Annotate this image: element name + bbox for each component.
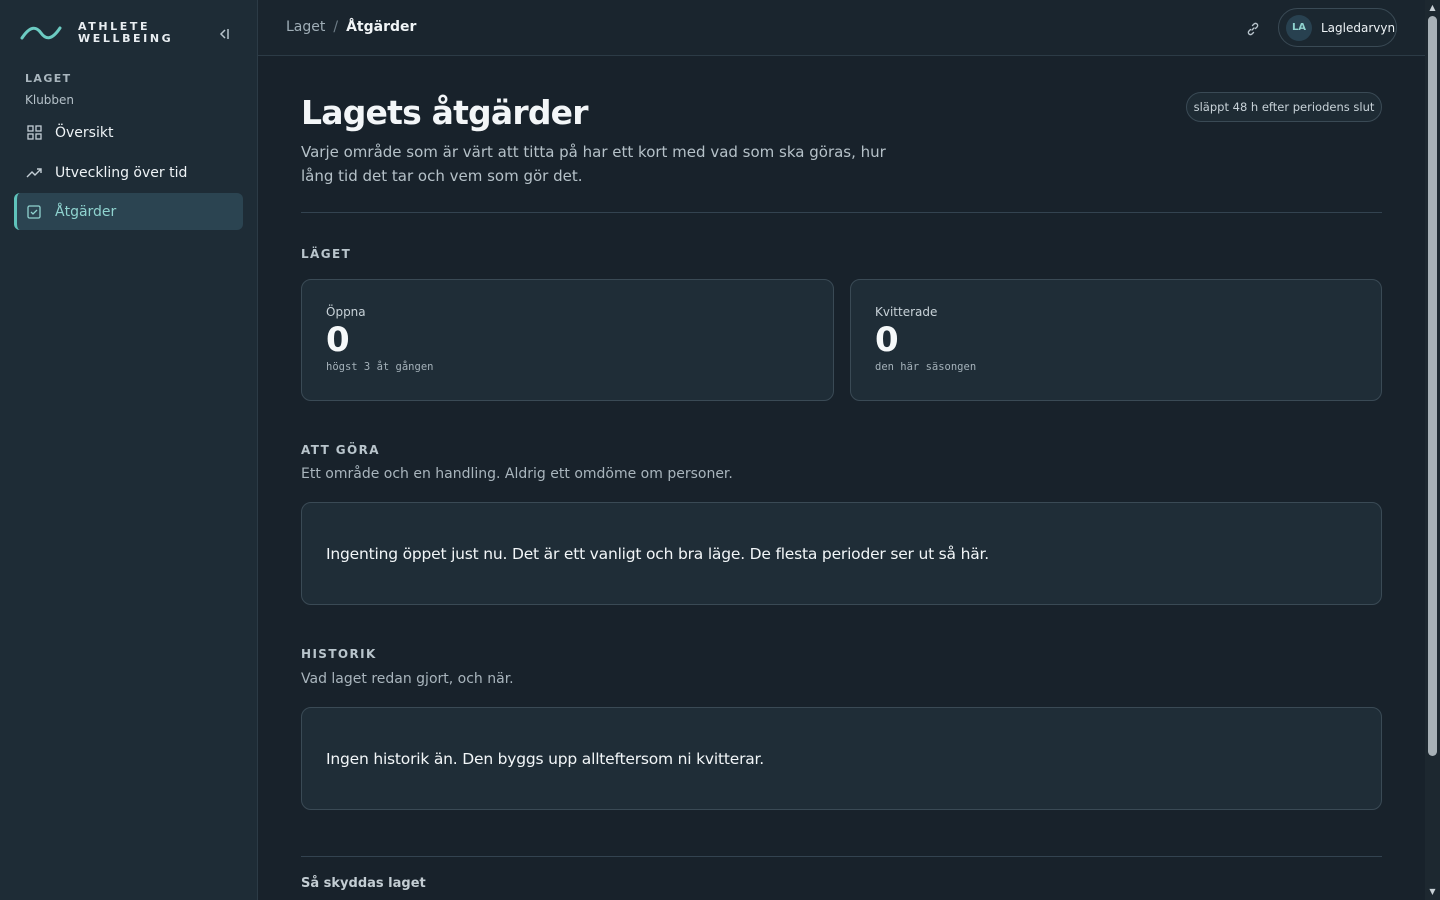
history-section-description: Vad laget redan gjort, och när. — [301, 671, 514, 687]
sidebar-item-label: Utveckling över tid — [55, 164, 188, 181]
sidebar-item-atgarder[interactable]: Åtgärder — [14, 193, 243, 230]
stat-note: den här säsongen — [875, 361, 977, 373]
sidebar-item-utveckling[interactable]: Utveckling över tid — [14, 154, 243, 191]
breadcrumb-item-current: Åtgärder — [346, 19, 417, 35]
todo-section-description: Ett område och en handling. Aldrig ett o… — [301, 466, 733, 482]
main-content: Lagets åtgärder släppt 48 h efter period… — [258, 56, 1425, 900]
avatar: LA — [1286, 14, 1312, 41]
history-empty-state: Ingen historik än. Den byggs upp allteft… — [301, 707, 1382, 810]
scroll-down-icon[interactable]: ▼ — [1428, 887, 1437, 896]
breadcrumb-separator: / — [333, 19, 339, 35]
sidebar-section-sub: Klubben — [25, 93, 75, 107]
stat-label: Öppna — [326, 305, 366, 319]
sidebar: ATHLETE WELLBEING LAGET Klubben Översikt… — [0, 0, 258, 900]
link-icon — [1247, 22, 1259, 36]
grid-icon — [26, 125, 42, 141]
stat-label: Kvitterade — [875, 305, 938, 319]
brand-logo[interactable]: ATHLETE WELLBEING — [20, 20, 173, 46]
stat-note: högst 3 åt gången — [326, 361, 434, 373]
top-bar: Laget / Åtgärder LA Lagledarvyn — [258, 0, 1425, 56]
user-name: Lagledarvyn — [1321, 20, 1396, 35]
page-description: Varje område som är värt att titta på ha… — [301, 143, 886, 185]
scroll-up-icon[interactable]: ▲ — [1428, 3, 1437, 12]
scrollbar[interactable]: ▲ ▼ — [1425, 0, 1440, 900]
collapse-left-icon — [219, 29, 229, 39]
divider — [301, 212, 1382, 213]
stat-value: 0 — [326, 320, 350, 360]
sidebar-item-label: Åtgärder — [55, 203, 117, 220]
todo-section-label: ATT GÖRA — [301, 443, 380, 457]
acknowledged-actions-card: Kvitterade 0 den här säsongen — [850, 279, 1382, 401]
stat-value: 0 — [875, 320, 899, 360]
divider — [301, 856, 1382, 857]
checkbox-icon — [26, 204, 42, 220]
user-menu-button[interactable]: LA Lagledarvyn — [1278, 8, 1397, 47]
todo-empty-state: Ingenting öppet just nu. Det är ett vanl… — [301, 502, 1382, 605]
protection-section-title: Så skyddas laget — [301, 876, 426, 891]
history-section-label: HISTORIK — [301, 647, 377, 661]
breadcrumb-item-laget[interactable]: Laget — [286, 19, 325, 35]
brand-name: ATHLETE WELLBEING — [78, 19, 174, 45]
status-section-label: LÄGET — [301, 247, 352, 261]
sidebar-section-label: LAGET — [25, 72, 72, 85]
page-title: Lagets åtgärder — [301, 93, 589, 132]
scrollbar-thumb[interactable] — [1428, 16, 1437, 756]
wave-icon — [20, 26, 62, 40]
breadcrumb: Laget / Åtgärder — [286, 19, 416, 35]
release-badge: släppt 48 h efter periodens slut — [1186, 92, 1382, 122]
trend-icon — [26, 165, 42, 181]
collapse-sidebar-button[interactable] — [213, 24, 235, 44]
open-actions-card: Öppna 0 högst 3 åt gången — [301, 279, 834, 401]
sidebar-item-label: Översikt — [55, 124, 114, 141]
sidebar-item-oversikt[interactable]: Översikt — [14, 114, 243, 151]
copy-link-button[interactable] — [1242, 18, 1264, 40]
